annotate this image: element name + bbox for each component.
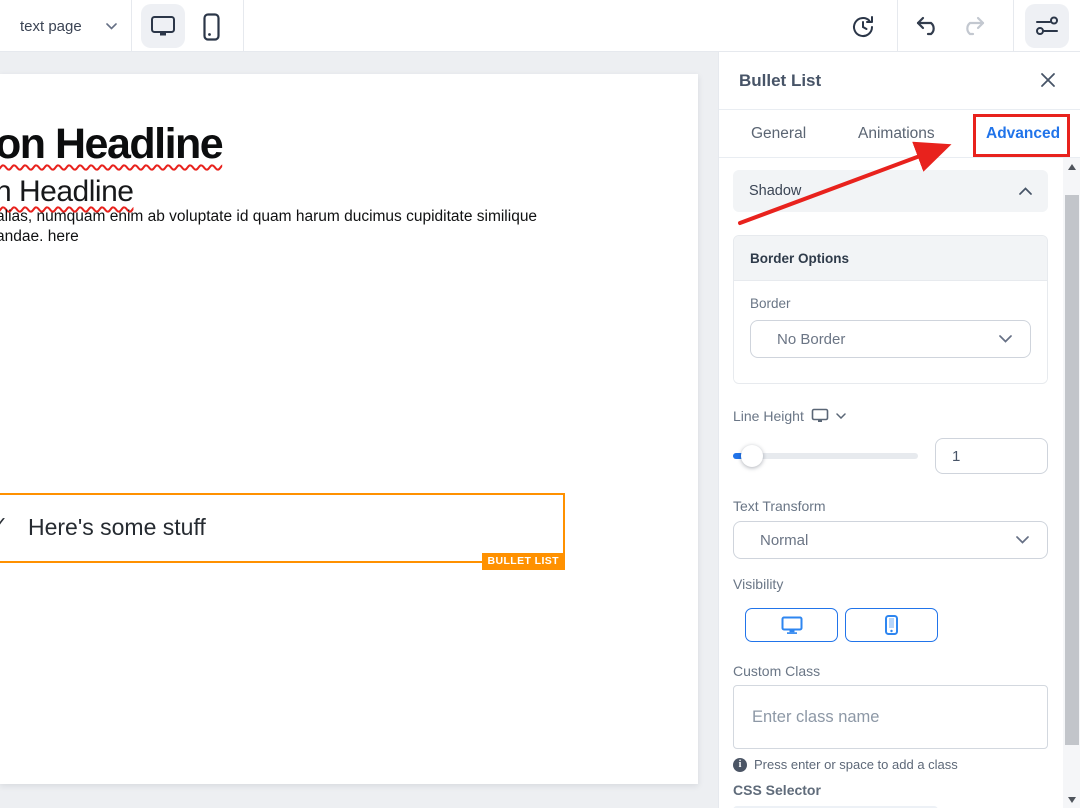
- selection-type-badge: BULLET LIST: [482, 553, 565, 570]
- scroll-down-arrow[interactable]: [1063, 791, 1080, 808]
- settings-sliders-icon: [1034, 15, 1060, 37]
- workspace: on Headline n Headline alias, numquam en…: [0, 52, 1080, 808]
- border-options-header: Border Options: [734, 236, 1047, 281]
- toolbar-divider: [897, 0, 898, 52]
- tab-general[interactable]: General: [751, 110, 806, 158]
- hint-text: Press enter or space to add a class: [754, 757, 958, 772]
- history-clock-icon: [851, 15, 875, 39]
- mobile-icon: [885, 615, 898, 635]
- redo-button[interactable]: [957, 10, 989, 42]
- text-transform-label: Text Transform: [733, 498, 1048, 514]
- visibility-label: Visibility: [733, 576, 1048, 592]
- canvas-subheadline[interactable]: n Headline: [0, 175, 133, 209]
- tab-animations[interactable]: Animations: [858, 110, 935, 158]
- paragraph-line: alias, numquam enim ab voluptate id quam…: [0, 207, 537, 227]
- visibility-desktop-button[interactable]: [745, 608, 838, 642]
- panel-header: Bullet List: [719, 52, 1080, 110]
- settings-button[interactable]: [1025, 4, 1069, 48]
- slider-thumb[interactable]: [741, 445, 763, 467]
- page-selector-label: text page: [20, 18, 82, 35]
- chevron-down-icon[interactable]: [836, 413, 846, 419]
- device-desktop-icon[interactable]: [811, 408, 829, 424]
- panel-tabs: General Animations Advanced: [719, 110, 1080, 158]
- close-panel-button[interactable]: [1036, 68, 1060, 92]
- check-bullet-icon: ✓: [0, 513, 8, 536]
- visibility-mobile-button[interactable]: [845, 608, 938, 642]
- toolbar-divider: [131, 0, 132, 52]
- page-selector-dropdown[interactable]: text page: [0, 0, 131, 52]
- bullet-item-text[interactable]: Here's some stuff: [28, 514, 206, 541]
- mobile-icon: [203, 13, 220, 41]
- close-icon: [1040, 72, 1056, 88]
- custom-class-input[interactable]: [733, 685, 1048, 749]
- canvas-headline[interactable]: on Headline: [0, 120, 222, 169]
- css-selector-label: CSS Selector: [733, 782, 1048, 798]
- line-height-input[interactable]: [935, 438, 1048, 474]
- active-tab-underline: [981, 154, 1059, 157]
- toolbar-divider: [243, 0, 244, 52]
- shadow-section-label: Shadow: [749, 183, 801, 199]
- toolbar-divider: [1013, 0, 1014, 52]
- bullet-list-selection[interactable]: ✓ Here's some stuff BULLET LIST: [0, 493, 565, 563]
- canvas-paragraph[interactable]: alias, numquam enim ab voluptate id quam…: [0, 207, 537, 247]
- info-icon: i: [733, 758, 747, 772]
- chevron-up-icon: [1019, 187, 1032, 195]
- chevron-down-icon: [1016, 536, 1029, 544]
- desktop-icon: [150, 14, 176, 38]
- undo-button[interactable]: [912, 10, 944, 42]
- chevron-down-icon: [999, 335, 1012, 343]
- scrollbar-thumb[interactable]: [1065, 195, 1079, 745]
- custom-class-label: Custom Class: [733, 663, 1048, 679]
- desktop-icon: [781, 616, 803, 635]
- border-options-card: Border Options Border No Border: [733, 235, 1048, 384]
- line-height-slider[interactable]: [733, 438, 918, 474]
- border-label: Border: [750, 296, 1031, 311]
- custom-class-hint: i Press enter or space to add a class: [733, 757, 1048, 772]
- panel-body: Shadow Border Options Border No Border: [719, 158, 1064, 808]
- tab-advanced[interactable]: Advanced: [986, 110, 1060, 158]
- line-height-label: Line Height: [733, 408, 804, 424]
- panel-title: Bullet List: [739, 71, 821, 91]
- border-options-title: Border Options: [750, 251, 849, 266]
- paragraph-line: andae. here: [0, 227, 537, 247]
- undo-icon: [915, 15, 941, 37]
- border-options-body: Border No Border: [734, 281, 1047, 383]
- history-button[interactable]: [845, 9, 881, 45]
- scroll-up-arrow[interactable]: [1063, 158, 1080, 175]
- settings-panel: Bullet List General Animations Advanced …: [718, 52, 1080, 808]
- shadow-section-toggle[interactable]: Shadow: [733, 170, 1048, 212]
- editor-canvas[interactable]: on Headline n Headline alias, numquam en…: [0, 74, 698, 784]
- redo-icon: [960, 15, 986, 37]
- border-select-value: No Border: [777, 331, 845, 348]
- mobile-view-button[interactable]: [192, 8, 230, 46]
- border-select[interactable]: No Border: [750, 320, 1031, 358]
- panel-scrollbar[interactable]: [1063, 158, 1080, 808]
- line-height-row: Line Height: [733, 408, 1048, 424]
- line-height-control-row: [733, 438, 1048, 474]
- chevron-down-icon: [106, 23, 117, 30]
- visibility-buttons: [745, 608, 1048, 642]
- text-transform-select[interactable]: Normal: [733, 521, 1048, 559]
- top-toolbar: text page: [0, 0, 1080, 52]
- text-transform-value: Normal: [760, 532, 808, 549]
- desktop-view-button[interactable]: [141, 4, 185, 48]
